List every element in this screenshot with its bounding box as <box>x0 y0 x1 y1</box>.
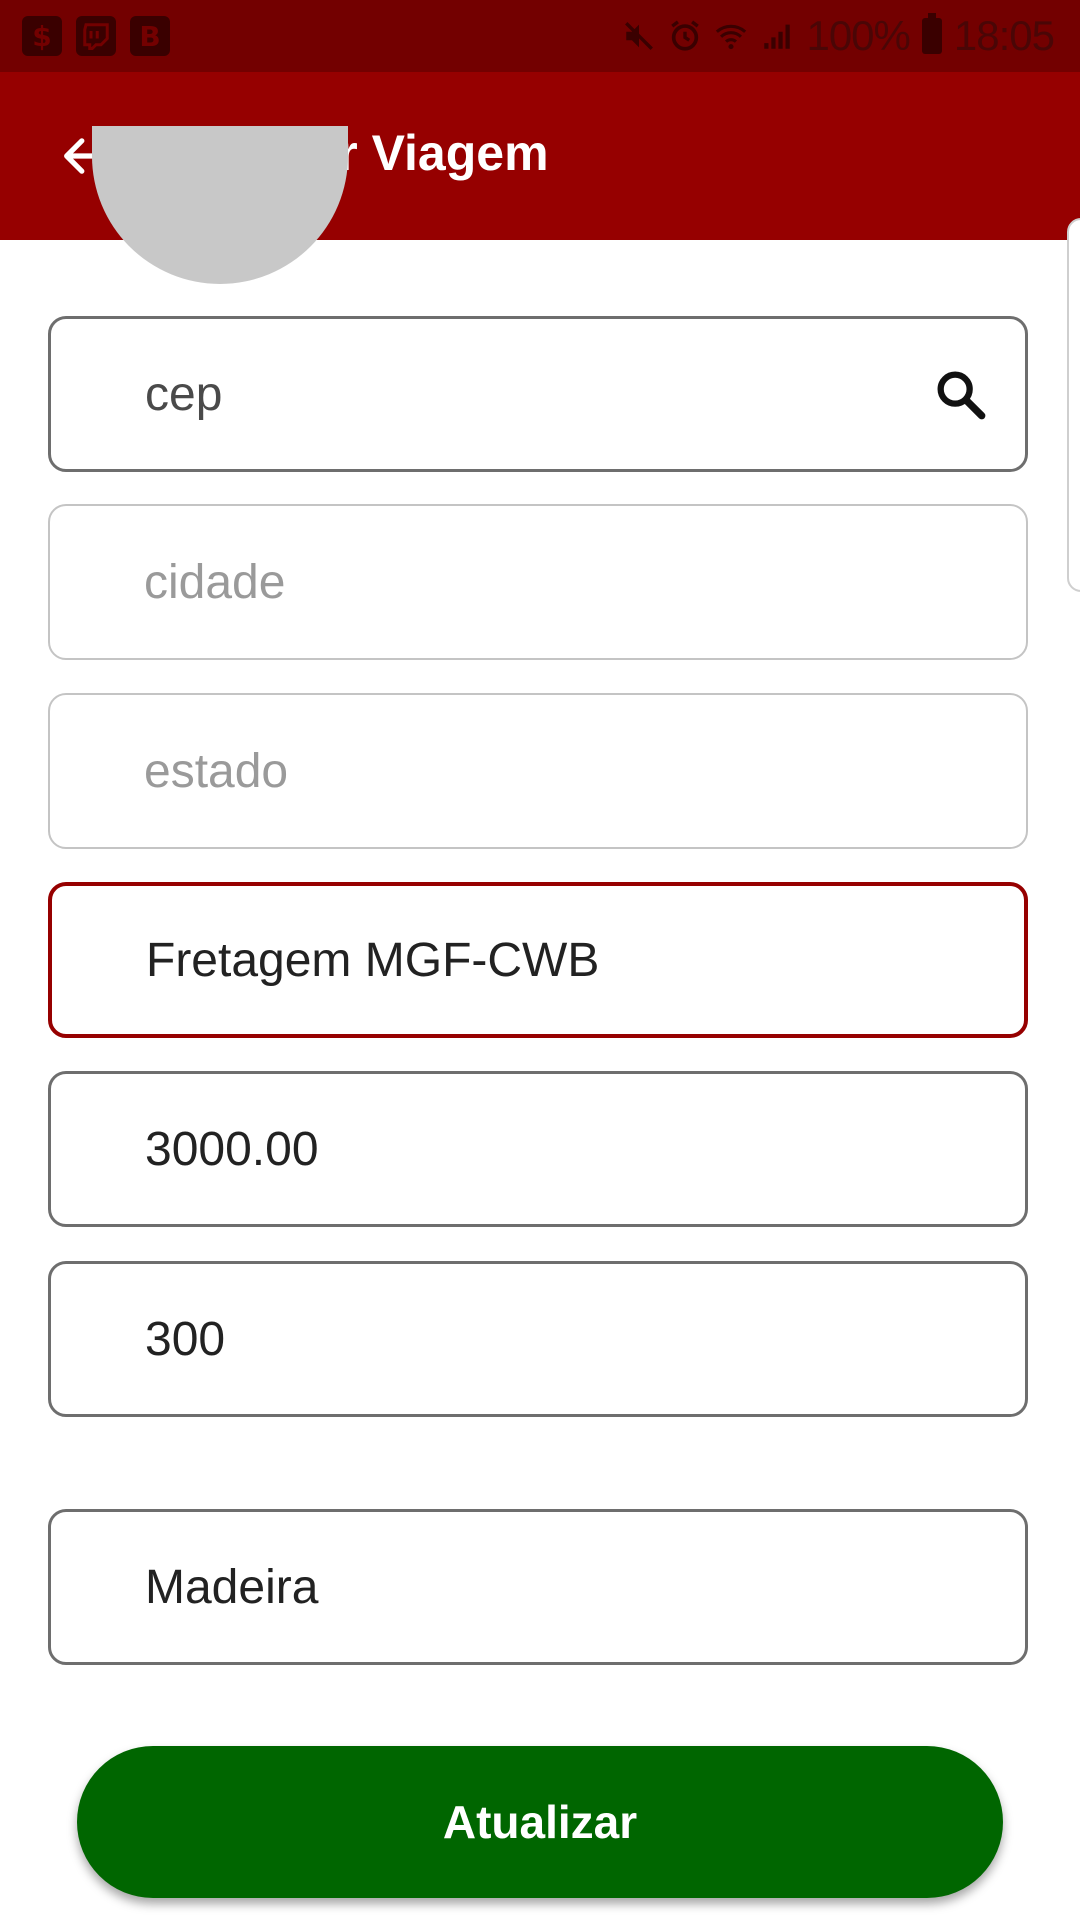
search-icon <box>937 371 986 420</box>
status-time: 18:05 <box>953 12 1055 59</box>
status-bar: $ B 100% 18:05 <box>0 0 1080 72</box>
search-button[interactable] <box>925 359 995 429</box>
carga-field[interactable] <box>48 1509 1028 1665</box>
mute-icon <box>625 22 654 50</box>
battery-percent: 100% <box>806 12 910 59</box>
system-status: 100% 18:05 <box>622 10 1055 62</box>
cep-field[interactable] <box>48 316 1028 472</box>
distancia-field[interactable] <box>48 1261 1028 1417</box>
estado-field[interactable] <box>48 693 1028 849</box>
shopping-bag-icon: $ <box>22 16 62 56</box>
valor-input[interactable] <box>145 1121 995 1177</box>
notification-icons: $ B <box>22 14 170 58</box>
wifi-icon <box>716 24 747 50</box>
avatar[interactable] <box>92 126 348 284</box>
cidade-input[interactable] <box>144 554 996 610</box>
valor-field[interactable] <box>48 1071 1028 1227</box>
carga-input[interactable] <box>145 1559 995 1615</box>
distancia-input[interactable] <box>145 1311 995 1367</box>
side-panel-edge[interactable] <box>1067 218 1080 592</box>
signal-icon <box>764 24 791 49</box>
descricao-input[interactable] <box>146 932 994 988</box>
cidade-field[interactable] <box>48 504 1028 660</box>
b-app-icon: B <box>130 16 170 56</box>
battery-icon <box>921 13 942 54</box>
twitch-icon <box>76 16 116 56</box>
alarm-icon <box>671 20 700 51</box>
cep-input[interactable] <box>145 366 925 422</box>
descricao-field[interactable] <box>48 882 1028 1038</box>
estado-input[interactable] <box>144 743 996 799</box>
update-button[interactable]: Atualizar <box>77 1746 1003 1898</box>
